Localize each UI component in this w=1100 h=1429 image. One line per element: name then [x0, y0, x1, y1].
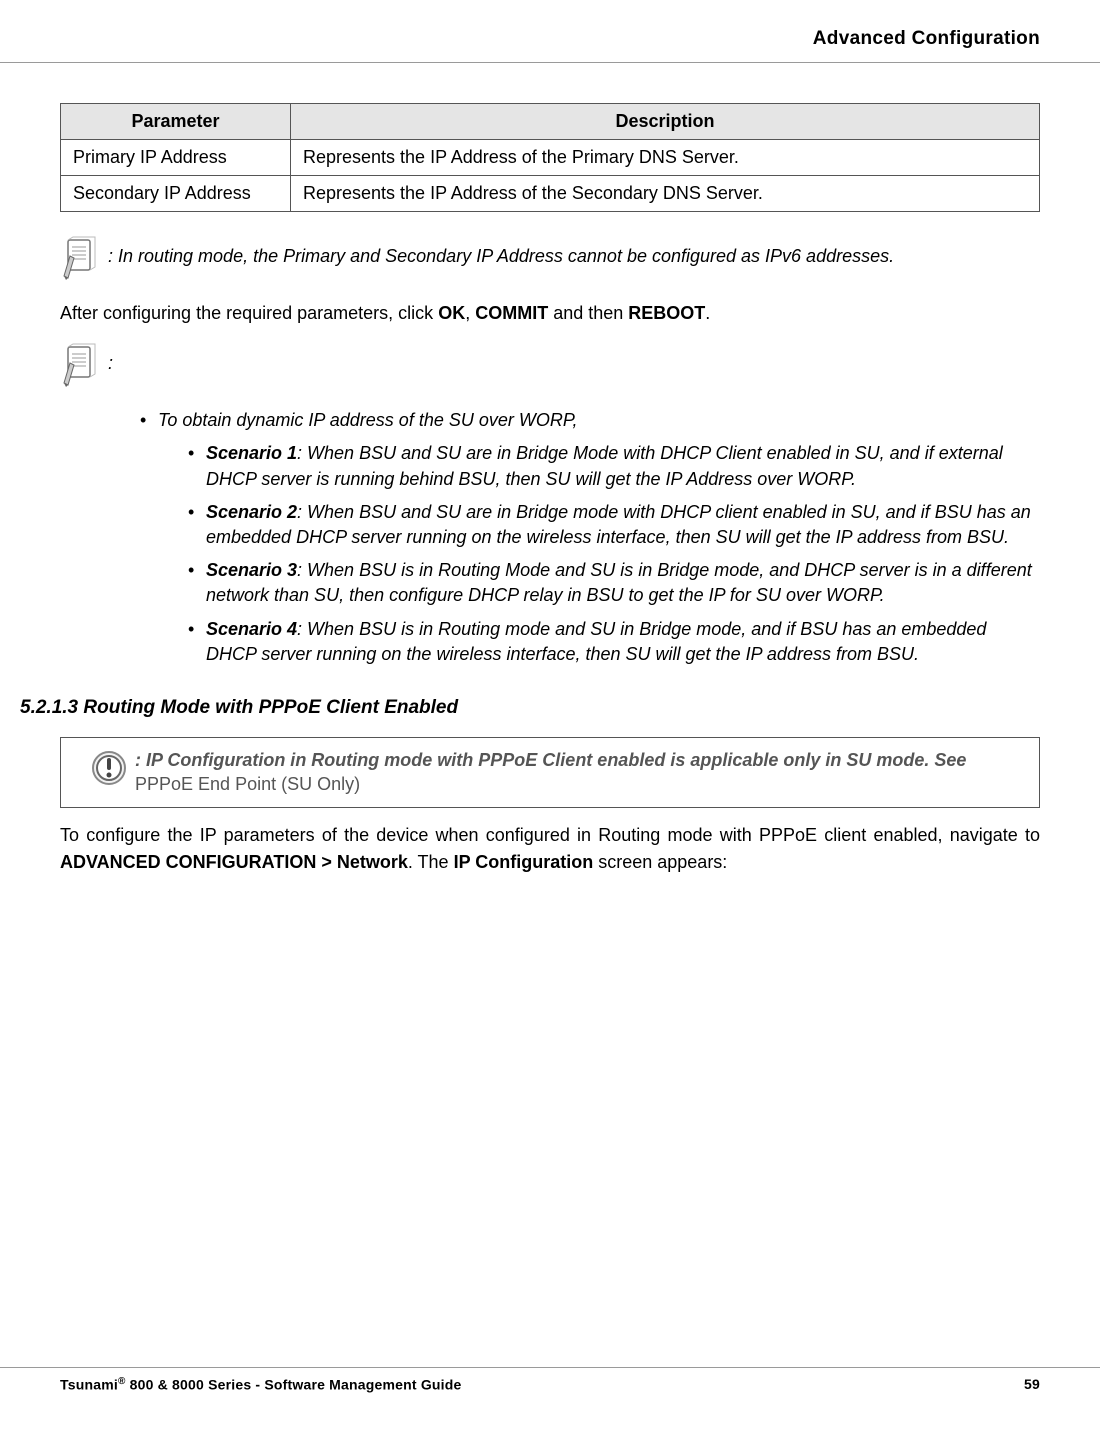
text: . The — [408, 852, 454, 872]
after-config-sentence: After configuring the required parameter… — [60, 301, 1040, 325]
footer-rule — [0, 1367, 1100, 1368]
text: . — [705, 303, 710, 323]
header-rule — [0, 62, 1100, 63]
bullet-dot: • — [188, 500, 206, 550]
text: To obtain dynamic IP address of the SU o… — [158, 408, 578, 433]
bullet-dot: • — [188, 558, 206, 608]
list-item: • Scenario 2: When BSU and SU are in Bri… — [188, 500, 1040, 550]
scenario-label: Scenario 4 — [206, 619, 297, 639]
nav-path: ADVANCED CONFIGURATION > Network — [60, 852, 408, 872]
cell-desc: Represents the IP Address of the Primary… — [291, 140, 1040, 176]
bullet-dot: • — [188, 617, 206, 667]
screen-name: IP Configuration — [454, 852, 594, 872]
table-row: Primary IP Address Represents the IP Add… — [61, 140, 1040, 176]
note-icon — [60, 343, 100, 394]
text: After configuring the required parameter… — [60, 303, 438, 323]
text: screen appears: — [593, 852, 727, 872]
scenario-label: Scenario 1 — [206, 443, 297, 463]
text-commit: COMMIT — [475, 303, 548, 323]
cell-desc: Represents the IP Address of the Seconda… — [291, 176, 1040, 212]
list-item: • Scenario 1: When BSU and SU are in Bri… — [188, 441, 1040, 491]
note-routing-mode: : In routing mode, the Primary and Secon… — [60, 236, 1040, 287]
scenario-lead: • To obtain dynamic IP address of the SU… — [140, 408, 1040, 433]
note-text: : In routing mode, the Primary and Secon… — [108, 236, 894, 267]
table-header-parameter: Parameter — [61, 104, 291, 140]
page-number: 59 — [1024, 1376, 1040, 1393]
table-row: Secondary IP Address Represents the IP A… — [61, 176, 1040, 212]
scenario-block: • To obtain dynamic IP address of the SU… — [140, 408, 1040, 667]
scenario-text: : When BSU and SU are in Bridge mode wit… — [206, 502, 1031, 547]
navigation-instruction: To configure the IP parameters of the de… — [60, 822, 1040, 876]
text-ok: OK — [438, 303, 465, 323]
list-item: • Scenario 3: When BSU is in Routing Mod… — [188, 558, 1040, 608]
table-header-description: Description — [291, 104, 1040, 140]
text: and then — [548, 303, 628, 323]
caution-icon — [91, 750, 127, 791]
text-reboot: REBOOT — [628, 303, 705, 323]
scenario-label: Scenario 2 — [206, 502, 297, 522]
scenario-text: : When BSU is in Routing mode and SU in … — [206, 619, 986, 664]
list-item: • Scenario 4: When BSU is in Routing mod… — [188, 617, 1040, 667]
registered-mark: ® — [118, 1376, 126, 1387]
cell-param: Primary IP Address — [61, 140, 291, 176]
note-scenarios: : — [60, 343, 1040, 394]
caution-lead: : IP Configuration in Routing mode with … — [135, 750, 966, 770]
text: , — [465, 303, 475, 323]
parameter-table: Parameter Description Primary IP Address… — [60, 103, 1040, 212]
caution-box: : IP Configuration in Routing mode with … — [60, 737, 1040, 808]
footer-left: Tsunami® 800 & 8000 Series - Software Ma… — [60, 1376, 462, 1393]
text: Tsunami — [60, 1377, 118, 1393]
note-icon — [60, 236, 100, 287]
note-text: : — [108, 343, 113, 374]
text: To configure the IP parameters of the de… — [60, 825, 1040, 845]
bullet-dot: • — [140, 408, 158, 433]
scenario-label: Scenario 3 — [206, 560, 297, 580]
scenario-text: : When BSU and SU are in Bridge Mode wit… — [206, 443, 1003, 488]
scenario-text: : When BSU is in Routing Mode and SU is … — [206, 560, 1032, 605]
bullet-dot: • — [188, 441, 206, 491]
caution-link[interactable]: PPPoE End Point (SU Only) — [135, 774, 360, 794]
cell-param: Secondary IP Address — [61, 176, 291, 212]
text: 800 & 8000 Series - Software Management … — [126, 1377, 462, 1393]
page-footer: Tsunami® 800 & 8000 Series - Software Ma… — [60, 1367, 1040, 1393]
section-heading: 5.2.1.3 Routing Mode with PPPoE Client E… — [20, 697, 1040, 719]
page-header-title: Advanced Configuration — [60, 28, 1040, 50]
